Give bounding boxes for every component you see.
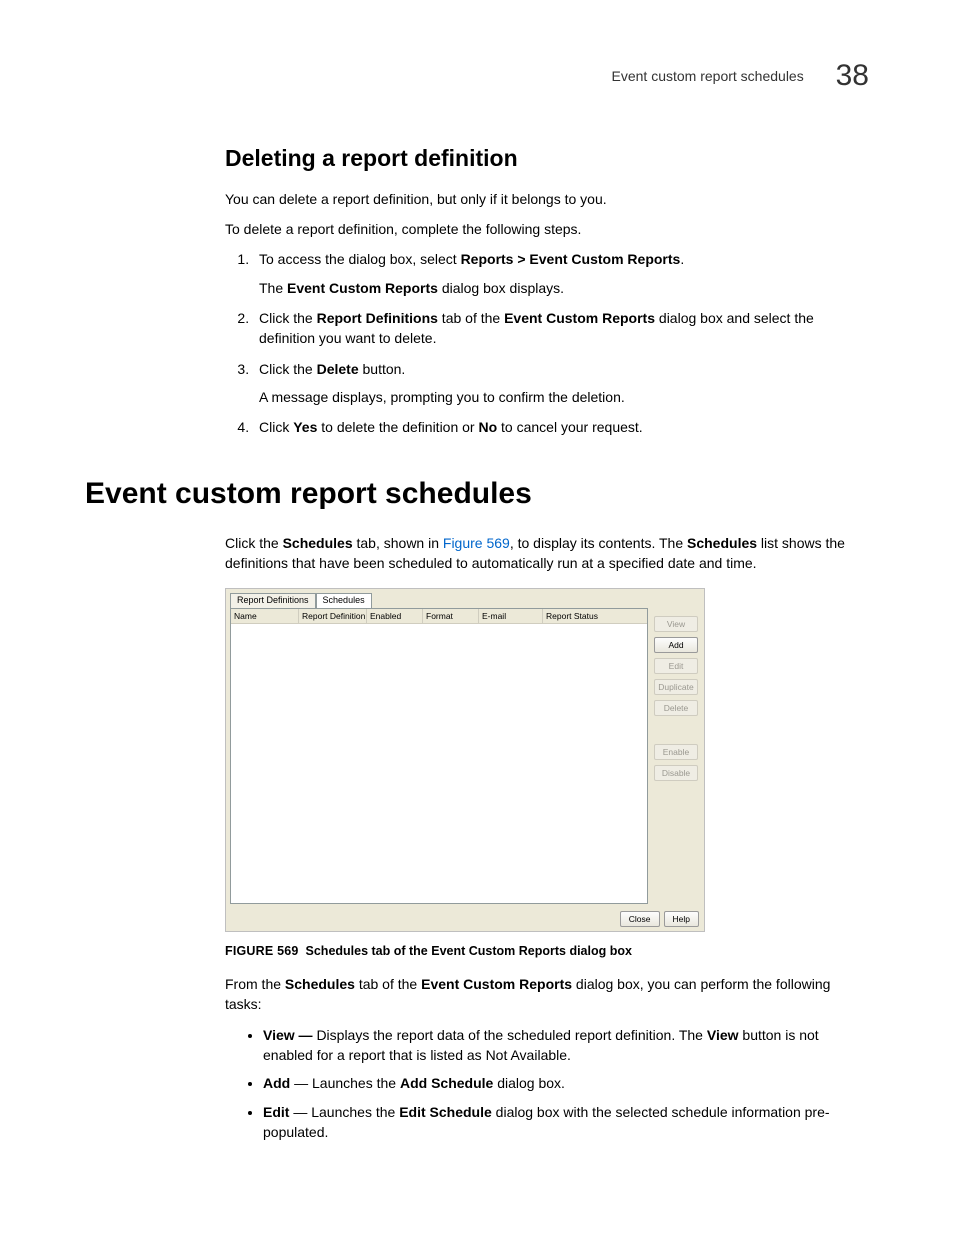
step-text: . bbox=[680, 251, 684, 267]
step-text: button. bbox=[359, 361, 406, 377]
step-text: dialog box displays. bbox=[438, 280, 564, 296]
button-name: Delete bbox=[317, 361, 359, 377]
step-text: to delete the definition or bbox=[317, 419, 478, 435]
running-header: Event custom report schedules 38 bbox=[85, 54, 869, 98]
major-section-title: Event custom report schedules bbox=[85, 472, 869, 516]
text: Displays the report data of the schedule… bbox=[316, 1027, 706, 1043]
step-item: Click the Delete button. A message displ… bbox=[253, 359, 869, 408]
close-button[interactable]: Close bbox=[620, 911, 660, 927]
intro-paragraph: To delete a report definition, complete … bbox=[225, 219, 869, 239]
dialog-tabbar: Report Definitions Schedules bbox=[226, 589, 704, 608]
dialog-name: Edit Schedule bbox=[399, 1104, 492, 1120]
list-name: Schedules bbox=[687, 535, 757, 551]
step-item: Click the Report Definitions tab of the … bbox=[253, 308, 869, 349]
text: tab, shown in bbox=[353, 535, 443, 551]
figure-xref[interactable]: Figure 569 bbox=[443, 535, 510, 551]
step-substep: The Event Custom Reports dialog box disp… bbox=[259, 278, 869, 298]
figure: Report Definitions Schedules Name Report… bbox=[225, 588, 869, 960]
spacer bbox=[654, 721, 698, 739]
intro-paragraph: You can delete a report definition, but … bbox=[225, 189, 869, 209]
help-button[interactable]: Help bbox=[664, 911, 699, 927]
step-text: Click the bbox=[259, 361, 317, 377]
figure-caption: FIGURE 569 Schedules tab of the Event Cu… bbox=[225, 942, 869, 960]
step-text: To access the dialog box, select bbox=[259, 251, 461, 267]
section-title: Deleting a report definition bbox=[225, 142, 869, 175]
view-button: View bbox=[654, 616, 698, 632]
tab-name: Report Definitions bbox=[317, 310, 438, 326]
dialog-name: Event Custom Reports bbox=[421, 976, 572, 992]
schedules-table[interactable]: Name Report Definition Enabled Format E-… bbox=[230, 608, 648, 904]
add-button[interactable]: Add bbox=[654, 637, 698, 653]
button-name: View bbox=[707, 1027, 739, 1043]
column-header-report-definition[interactable]: Report Definition bbox=[299, 609, 367, 623]
dialog-footer: Close Help bbox=[226, 908, 704, 931]
tab-name: Schedules bbox=[285, 976, 355, 992]
term: Add bbox=[263, 1075, 290, 1091]
button-name: Yes bbox=[293, 419, 317, 435]
step-item: Click Yes to delete the definition or No… bbox=[253, 417, 869, 437]
dialog-button-column: View Add Edit Duplicate Delete Enable Di… bbox=[652, 608, 704, 908]
column-header-enabled[interactable]: Enabled bbox=[367, 609, 423, 623]
figure-label: FIGURE 569 bbox=[225, 944, 299, 958]
edit-button: Edit bbox=[654, 658, 698, 674]
list-item: Edit — Launches the Edit Schedule dialog… bbox=[263, 1102, 869, 1143]
step-item: To access the dialog box, select Reports… bbox=[253, 249, 869, 298]
table-header-row: Name Report Definition Enabled Format E-… bbox=[231, 609, 647, 624]
text: , to display its contents. The bbox=[510, 535, 687, 551]
text: Click the bbox=[225, 535, 283, 551]
section-schedules: Click the Schedules tab, shown in Figure… bbox=[225, 533, 869, 1142]
figure-caption-text: Schedules tab of the Event Custom Report… bbox=[306, 944, 632, 958]
step-text: tab of the bbox=[438, 310, 504, 326]
term: Edit bbox=[263, 1104, 289, 1120]
step-substep: A message displays, prompting you to con… bbox=[259, 387, 869, 407]
column-header-report-status[interactable]: Report Status bbox=[543, 609, 647, 623]
step-text: The bbox=[259, 280, 287, 296]
text: tab of the bbox=[355, 976, 421, 992]
column-header-name[interactable]: Name bbox=[231, 609, 299, 623]
running-header-text: Event custom report schedules bbox=[612, 68, 804, 84]
list-item: Add — Launches the Add Schedule dialog b… bbox=[263, 1073, 869, 1093]
list-item: View — Displays the report data of the s… bbox=[263, 1025, 869, 1066]
text: — Launches the bbox=[289, 1104, 399, 1120]
tab-name: Schedules bbox=[283, 535, 353, 551]
section-paragraph: Click the Schedules tab, shown in Figure… bbox=[225, 533, 869, 574]
enable-button: Enable bbox=[654, 744, 698, 760]
step-text: Click bbox=[259, 419, 293, 435]
schedules-dialog: Report Definitions Schedules Name Report… bbox=[225, 588, 705, 932]
dialog-body: Name Report Definition Enabled Format E-… bbox=[226, 608, 704, 908]
page: Event custom report schedules 38 Deletin… bbox=[0, 0, 954, 1235]
column-header-email[interactable]: E-mail bbox=[479, 609, 543, 623]
step-text: Click the bbox=[259, 310, 317, 326]
delete-button: Delete bbox=[654, 700, 698, 716]
section-deleting: Deleting a report definition You can del… bbox=[225, 142, 869, 438]
duplicate-button: Duplicate bbox=[654, 679, 698, 695]
text: From the bbox=[225, 976, 285, 992]
dialog-name: Add Schedule bbox=[400, 1075, 493, 1091]
term: View — bbox=[263, 1027, 316, 1043]
step-text: to cancel your request. bbox=[497, 419, 643, 435]
chapter-number: 38 bbox=[836, 59, 869, 92]
dialog-name: Event Custom Reports bbox=[504, 310, 655, 326]
paragraph: From the Schedules tab of the Event Cust… bbox=[225, 974, 869, 1015]
numbered-steps: To access the dialog box, select Reports… bbox=[225, 249, 869, 437]
tab-report-definitions[interactable]: Report Definitions bbox=[230, 593, 316, 608]
menu-path: Reports > Event Custom Reports bbox=[461, 251, 681, 267]
task-list: View — Displays the report data of the s… bbox=[225, 1025, 869, 1142]
column-header-format[interactable]: Format bbox=[423, 609, 479, 623]
text: — Launches the bbox=[290, 1075, 400, 1091]
table-area: Name Report Definition Enabled Format E-… bbox=[226, 608, 652, 908]
tab-schedules[interactable]: Schedules bbox=[316, 593, 372, 608]
button-name: No bbox=[478, 419, 497, 435]
text: dialog box. bbox=[493, 1075, 565, 1091]
disable-button: Disable bbox=[654, 765, 698, 781]
dialog-name: Event Custom Reports bbox=[287, 280, 438, 296]
